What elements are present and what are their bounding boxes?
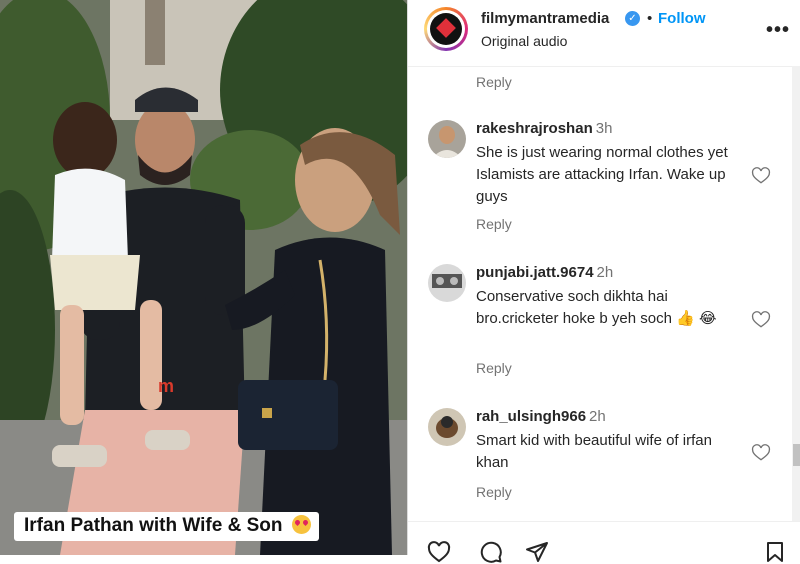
reply-button[interactable]: Reply <box>476 74 512 90</box>
comment-text: Smart kid with beautiful wife of irfan k… <box>476 432 712 471</box>
header-separator: • <box>647 10 653 27</box>
comment-text: Conservative soch dikhta hai bro.cricket… <box>476 288 717 327</box>
post-media[interactable]: m Irfan Pathan with Wife & Son <box>0 0 407 555</box>
reply-button[interactable]: Reply <box>476 360 512 376</box>
comment-time: 2h <box>596 264 614 281</box>
save-icon[interactable] <box>763 540 787 564</box>
like-comment-icon[interactable] <box>751 443 771 463</box>
video-caption-text: Irfan Pathan with Wife & Son <box>24 515 283 536</box>
media-illustration <box>0 0 407 555</box>
commenter-username[interactable]: punjabi.jatt.9674 <box>476 264 594 281</box>
comment-time: 2h <box>589 408 606 425</box>
post-actions <box>408 521 800 563</box>
more-options-icon[interactable]: ••• <box>766 19 790 42</box>
audio-link[interactable]: Original audio <box>481 33 567 49</box>
like-comment-icon[interactable] <box>751 310 771 330</box>
comments-list[interactable]: Reply rakeshrajroshan 3h She is just wear… <box>408 66 793 521</box>
commenter-username[interactable]: rakeshrajroshan <box>476 120 593 137</box>
comment-time: 3h <box>595 120 613 137</box>
account-username[interactable]: filmymantramedia <box>481 10 609 27</box>
commenter-avatar[interactable] <box>428 408 466 446</box>
media-watermark: m <box>158 376 175 396</box>
comment-text: She is just wearing normal clothes yet I… <box>476 144 728 205</box>
heart-eyes-emoji-icon <box>291 515 311 534</box>
like-icon[interactable] <box>426 540 452 564</box>
comments-scrollbar[interactable] <box>792 66 800 521</box>
comments-panel: filmymantramedia ✓ • Follow Original aud… <box>407 0 800 563</box>
verified-badge-icon: ✓ <box>625 11 640 26</box>
share-icon[interactable] <box>524 540 550 564</box>
follow-button[interactable]: Follow <box>658 10 706 27</box>
scrollbar-thumb[interactable] <box>793 444 800 466</box>
video-caption: Irfan Pathan with Wife & Son <box>14 512 319 541</box>
comment-icon[interactable] <box>478 540 504 564</box>
reply-button[interactable]: Reply <box>476 216 512 232</box>
commenter-username[interactable]: rah_ulsingh966 <box>476 408 586 425</box>
like-comment-icon[interactable] <box>751 166 771 186</box>
post-header: filmymantramedia ✓ • Follow Original aud… <box>408 0 800 67</box>
commenter-avatar[interactable] <box>428 264 466 302</box>
reply-button[interactable]: Reply <box>476 484 512 500</box>
account-avatar[interactable] <box>424 7 468 51</box>
commenter-avatar[interactable] <box>428 120 466 158</box>
